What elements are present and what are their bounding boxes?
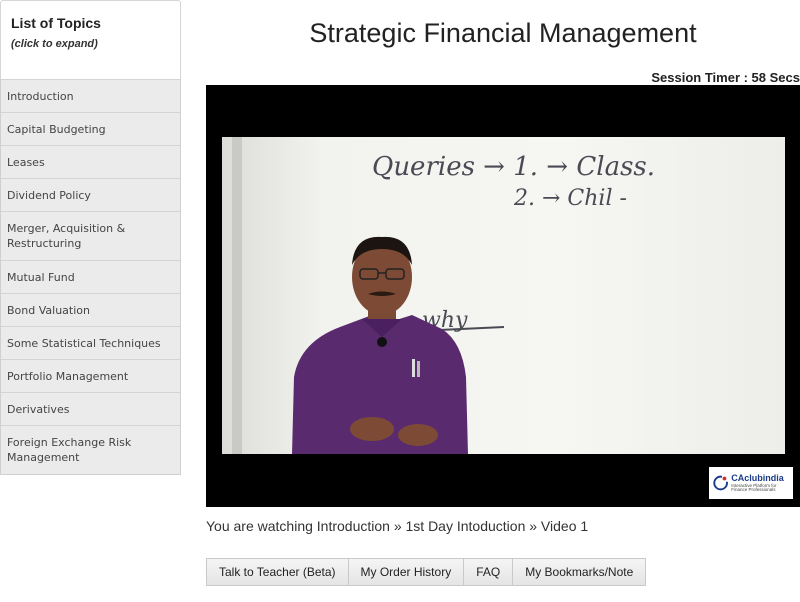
order-history-button[interactable]: My Order History [348,559,465,585]
pen-shape [412,359,415,377]
faq-button[interactable]: FAQ [464,559,514,585]
topic-bond-valuation[interactable]: Bond Valuation [1,293,180,326]
lapel-mic [377,337,387,347]
talk-to-teacher-button[interactable]: Talk to Teacher (Beta) [207,559,349,585]
topic-list: Introduction Capital Budgeting Leases Di… [0,79,181,475]
video-scene: Queries → 1. → Class. 2. → Chil - why [292,152,655,454]
action-button-bar: Talk to Teacher (Beta) My Order History … [206,558,647,586]
whiteboard-text-chil: 2. → Chil - [513,186,627,211]
breadcrumb: You are watching Introduction » 1st Day … [206,518,589,534]
hand-right [398,424,438,446]
logo-tagline: Interactive Platform for Finance Profess… [731,482,777,492]
teacher-figure [292,236,468,454]
topic-dividend-policy[interactable]: Dividend Policy [1,178,180,211]
topic-statistical-techniques[interactable]: Some Statistical Techniques [1,326,180,359]
page-title: Strategic Financial Management [309,18,697,48]
topic-derivatives[interactable]: Derivatives [1,392,180,425]
logo-name: CAclubindia [731,472,784,483]
pen-shape-2 [417,361,420,377]
bookmarks-button[interactable]: My Bookmarks/Note [513,559,646,585]
video-player[interactable]: Queries → 1. → Class. 2. → Chil - why CA… [206,85,800,507]
topic-portfolio-management[interactable]: Portfolio Management [1,359,180,392]
topics-title: List of Topics [11,15,101,31]
session-timer: Session Timer : 58 Secs [651,70,800,85]
topic-merger-acquisition[interactable]: Merger, Acquisition & Restructuring [1,211,180,260]
topic-capital-budgeting[interactable]: Capital Budgeting [1,112,180,145]
hand-left [350,417,394,441]
topics-sidebar: List of Topics (click to expand) Introdu… [0,0,181,475]
caclubindia-logo: CAclubindia Interactive Platform for Fin… [709,467,793,499]
topics-subtitle: (click to expand) [11,38,98,50]
topic-foreign-exchange[interactable]: Foreign Exchange Risk Management [1,425,180,474]
whiteboard-text-queries: Queries → 1. → Class. [372,152,655,182]
topic-mutual-fund[interactable]: Mutual Fund [1,260,180,293]
video-frame[interactable]: Queries → 1. → Class. 2. → Chil - why [222,137,785,454]
topic-introduction[interactable]: Introduction [1,79,180,112]
topic-leases[interactable]: Leases [1,145,180,178]
topics-header[interactable]: List of Topics (click to expand) [0,0,181,79]
logo-mark-icon [713,475,729,491]
